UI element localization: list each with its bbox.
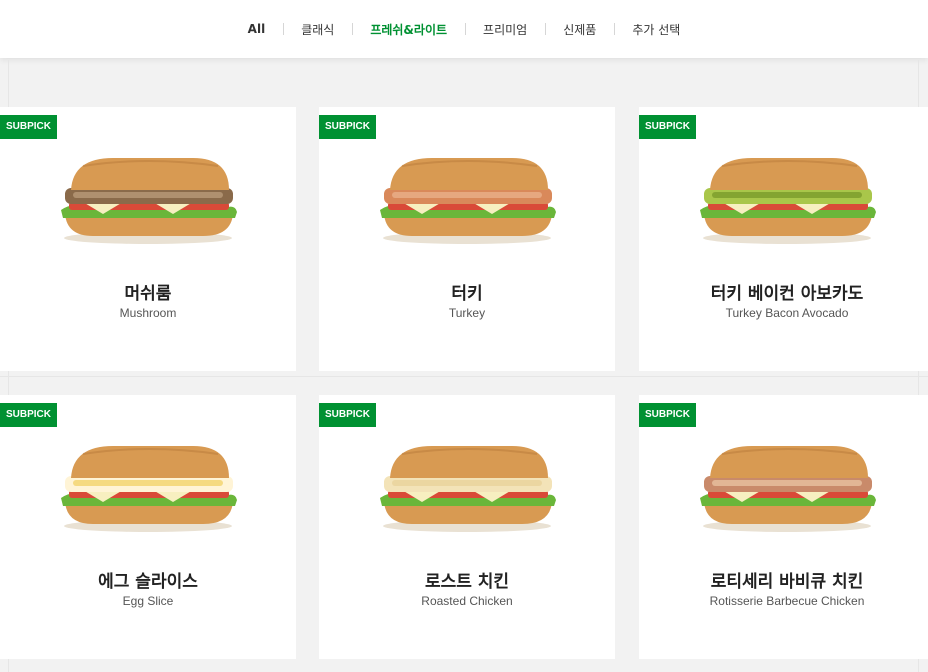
product-card-egg-slice[interactable]: SUBPICK 에그 슬라이스 Egg Slice (0, 395, 296, 659)
sandwich-image (61, 158, 237, 244)
subpick-badge: SUBPICK (319, 403, 377, 427)
product-name-en: Rotisserie Barbecue Chicken (709, 594, 865, 608)
product-name-en: Egg Slice (122, 594, 174, 608)
product-card-rotisserie-bbq-chicken[interactable]: SUBPICK 로티세리 바비큐 치킨 Rotisserie Barbecue … (639, 395, 928, 659)
product-card-turkey-bacon-avocado[interactable]: SUBPICK 터키 베이컨 아보카도 Turkey Bacon Avocado (639, 107, 928, 371)
product-name-ko: 터키 (451, 284, 483, 304)
product-card-roasted-chicken[interactable]: SUBPICK 로스트 치킨 Roasted Chicken (319, 395, 615, 659)
sandwich-image (61, 446, 237, 532)
sandwich-image (700, 446, 876, 532)
sandwich-image (380, 446, 556, 532)
subpick-badge: SUBPICK (0, 403, 58, 427)
product-name-ko: 로티세리 바비큐 치킨 (710, 572, 864, 592)
product-name-en: Turkey (448, 306, 486, 320)
sandwich-image (700, 158, 876, 244)
tab-classic[interactable]: 클래식 (283, 21, 352, 38)
product-name-en: Turkey Bacon Avocado (725, 306, 849, 320)
subpick-badge: SUBPICK (319, 115, 377, 139)
product-name-ko: 머쉬룸 (124, 284, 172, 304)
sandwich-image (380, 158, 556, 244)
product-name-ko: 터키 베이컨 아보카도 (710, 284, 864, 304)
product-card-mushroom[interactable]: SUBPICK 머쉬룸 Mushroom (0, 107, 296, 371)
subpick-badge: SUBPICK (0, 115, 58, 139)
category-nav-bar: All 클래식 프레쉬&라이트 프리미엄 신제품 추가 선택 (0, 0, 928, 58)
category-tabs: All 클래식 프레쉬&라이트 프리미엄 신제품 추가 선택 (0, 0, 928, 58)
product-card-turkey[interactable]: SUBPICK 터키 Turkey (319, 107, 615, 371)
tab-add-options[interactable]: 추가 선택 (614, 21, 698, 38)
product-name-ko: 로스트 치킨 (424, 572, 510, 592)
product-name-en: Roasted Chicken (421, 594, 513, 608)
row-divider (0, 376, 928, 377)
tab-all[interactable]: All (230, 22, 284, 36)
tab-fresh-light[interactable]: 프레쉬&라이트 (352, 21, 465, 38)
product-name-ko: 에그 슬라이스 (98, 572, 198, 592)
tab-new[interactable]: 신제품 (545, 21, 614, 38)
product-name-en: Mushroom (119, 306, 177, 320)
subpick-badge: SUBPICK (639, 403, 697, 427)
tab-premium[interactable]: 프리미엄 (465, 21, 545, 38)
subpick-badge: SUBPICK (639, 115, 697, 139)
